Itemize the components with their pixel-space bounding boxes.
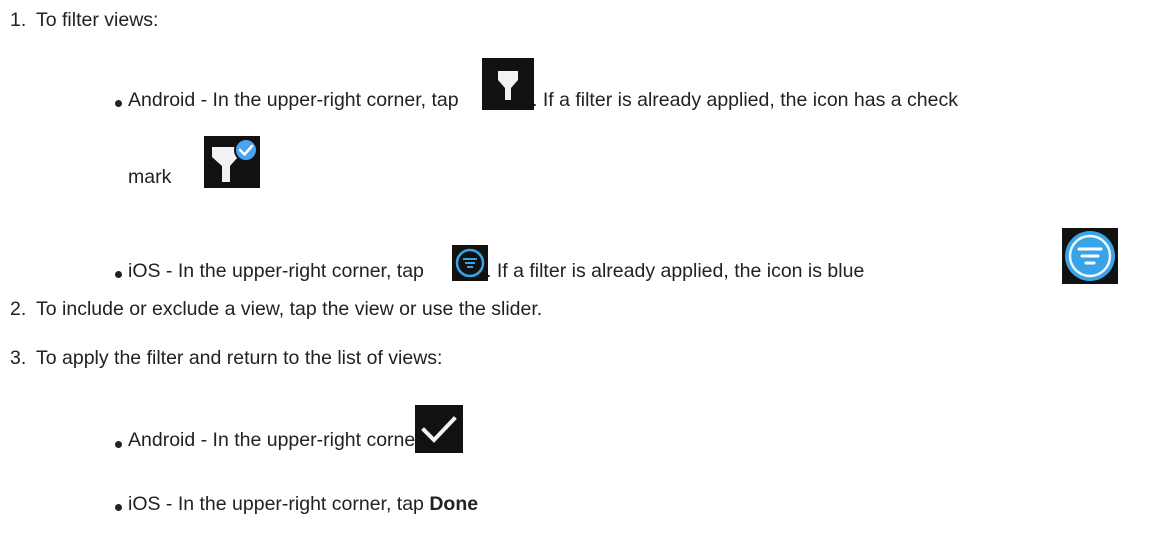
ios-filter-blue-icon: [1062, 228, 1118, 284]
done-label: Done: [429, 493, 479, 515]
bullet: [115, 441, 122, 448]
ios-filter-line: iOS - In the upper-right corner, tap: [128, 259, 424, 283]
step-text: To include or exclude a view, tap the vi…: [36, 298, 543, 320]
step-number: 1.: [10, 9, 27, 31]
ios-filter-line-cont: . If a filter is already applied, the ic…: [486, 259, 864, 283]
ios-filter-icon: [452, 245, 488, 281]
mark-text: mark: [128, 166, 172, 188]
filter-checked-icon: [204, 136, 260, 188]
android-filter-text-cont: . If a filter is already applied, the ic…: [532, 89, 958, 111]
step-1: 1. To filter views:: [10, 8, 158, 32]
ios-done-text: iOS - In the upper-right corner, tap: [128, 493, 424, 515]
bullet: [115, 100, 122, 107]
android-filter-text: Android - In the upper-right corner, tap: [128, 89, 459, 111]
step-3: 3. To apply the filter and return to the …: [10, 346, 442, 370]
filter-icon: [482, 58, 534, 110]
checkmark-icon: [415, 405, 463, 453]
android-filter-line-cont: . If a filter is already applied, the ic…: [532, 88, 958, 112]
step-2: 2. To include or exclude a view, tap the …: [10, 297, 542, 321]
ios-filter-text: iOS - In the upper-right corner, tap: [128, 260, 424, 282]
android-done-text: Android - In the upper-right corner, tap: [128, 429, 459, 451]
android-mark-line: mark: [128, 165, 171, 189]
android-filter-line: Android - In the upper-right corner, tap: [128, 88, 459, 112]
ios-done-line: iOS - In the upper-right corner, tap Don…: [128, 492, 478, 516]
android-done-line: Android - In the upper-right corner, tap: [128, 428, 459, 452]
bullet: [115, 271, 122, 278]
ios-filter-text-cont: . If a filter is already applied, the ic…: [486, 260, 865, 282]
step-text: To filter views:: [36, 9, 159, 31]
step-number: 3.: [10, 347, 27, 369]
step-number: 2.: [10, 298, 27, 320]
step-text: To apply the filter and return to the li…: [36, 347, 443, 369]
bullet: [115, 504, 122, 511]
